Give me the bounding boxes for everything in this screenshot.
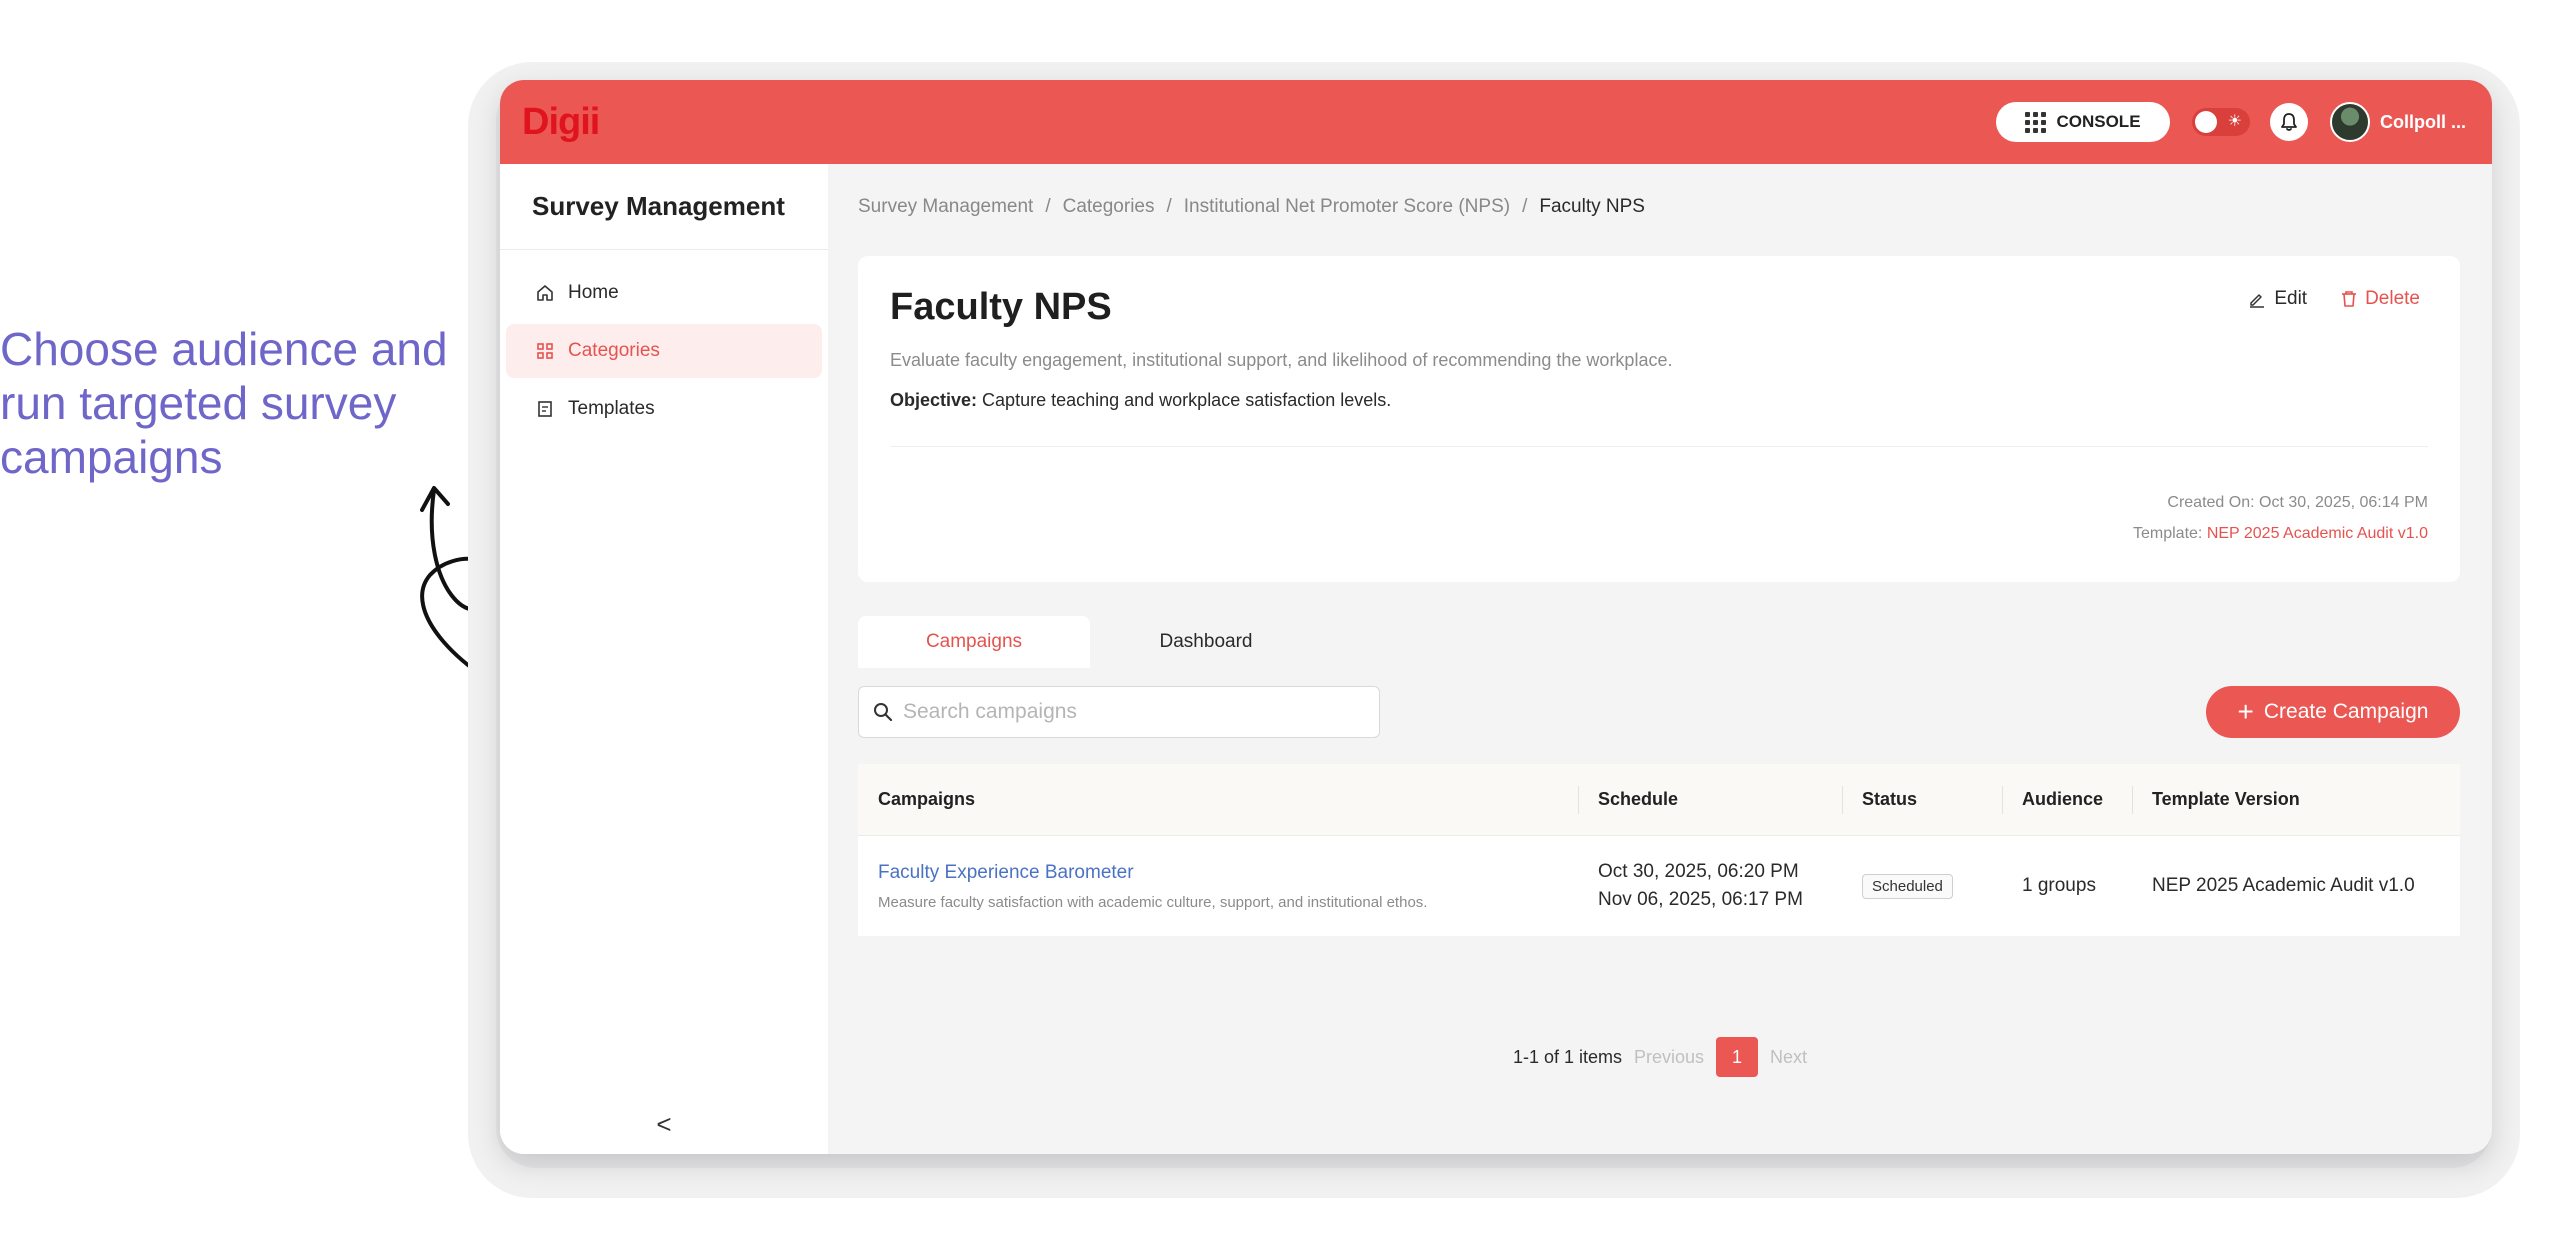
sidebar-item-templates[interactable]: Templates	[506, 382, 822, 436]
toggle-knob	[2195, 111, 2217, 133]
table-row[interactable]: Faculty Experience Barometer Measure fac…	[858, 836, 2460, 936]
schedule-cell: Oct 30, 2025, 06:20 PM Nov 06, 2025, 06:…	[1578, 861, 1842, 911]
sidebar-title: Survey Management	[500, 164, 828, 250]
bell-icon	[2281, 113, 2297, 131]
page-title: Faculty NPS	[890, 286, 1112, 328]
category-description: Evaluate faculty engagement, institution…	[890, 350, 1673, 370]
search-box	[858, 686, 1380, 738]
breadcrumb-separator: /	[1045, 196, 1051, 217]
breadcrumb-separator: /	[1522, 196, 1528, 217]
console-label: CONSOLE	[2056, 112, 2141, 131]
objective-label: Objective:	[890, 390, 978, 410]
breadcrumb-nps[interactable]: Institutional Net Promoter Score (NPS)	[1184, 196, 1510, 218]
template-link[interactable]: NEP 2025 Academic Audit v1.0	[2207, 525, 2428, 542]
tabs: Campaigns Dashboard	[858, 616, 1322, 668]
notification-button[interactable]	[2270, 103, 2308, 141]
card-actions: Edit Delete	[2248, 288, 2420, 310]
sidebar-item-label: Categories	[568, 340, 660, 361]
campaigns-table: Campaigns Schedule Status Audience Templ…	[858, 764, 2460, 936]
annotation-caption: Choose audience and run targeted survey …	[0, 323, 448, 483]
delete-label: Delete	[2365, 288, 2420, 309]
status-badge: Scheduled	[1862, 873, 1953, 899]
created-label: Created On:	[2167, 494, 2255, 511]
column-header-template-version[interactable]: Template Version	[2132, 764, 2460, 835]
pencil-icon	[2250, 294, 2265, 308]
campaign-description: Measure faculty satisfaction with academ…	[878, 893, 1428, 911]
campaign-cell: Faculty Experience Barometer Measure fac…	[858, 862, 1578, 911]
console-button[interactable]: CONSOLE	[1996, 102, 2170, 142]
tab-dashboard[interactable]: Dashboard	[1090, 616, 1322, 668]
breadcrumb-separator: /	[1166, 196, 1172, 217]
avatar[interactable]	[2330, 102, 2370, 142]
plus-icon: +	[2237, 696, 2254, 727]
schedule-end: Nov 06, 2025, 06:17 PM	[1598, 889, 1803, 910]
sidebar-item-categories[interactable]: Categories	[506, 324, 822, 378]
template-version-cell: NEP 2025 Academic Audit v1.0	[2152, 875, 2415, 896]
collapse-sidebar-button[interactable]: <	[500, 1109, 828, 1140]
apps-grid-icon	[2025, 111, 2047, 133]
edit-button[interactable]: Edit	[2248, 288, 2307, 310]
home-icon	[537, 285, 553, 301]
delete-button[interactable]: Delete	[2341, 288, 2420, 310]
column-header-status[interactable]: Status	[1842, 764, 2002, 835]
column-header-schedule[interactable]: Schedule	[1578, 764, 1842, 835]
audience-cell: 1 groups	[2022, 875, 2096, 896]
breadcrumb: Survey Management / Categories / Institu…	[858, 196, 1645, 218]
template-icon	[538, 401, 552, 417]
pagination-info: 1-1 of 1 items	[1512, 1046, 1622, 1067]
category-details-card: Faculty NPS Evaluate faculty engagement,…	[858, 256, 2460, 582]
create-campaign-button[interactable]: + Create Campaign	[2206, 686, 2460, 738]
created-value: Oct 30, 2025, 06:14 PM	[2259, 494, 2428, 511]
next-page-button[interactable]: Next	[1770, 1047, 1807, 1068]
template-info: Template: NEP 2025 Academic Audit v1.0	[2133, 525, 2428, 543]
search-icon	[874, 703, 893, 722]
breadcrumb-categories[interactable]: Categories	[1063, 196, 1155, 218]
sidebar: Survey Management Home Categories Templa	[500, 164, 828, 1154]
status-cell: Scheduled	[1842, 873, 2002, 899]
search-input[interactable]	[903, 700, 1363, 724]
table-header: Campaigns Schedule Status Audience Templ…	[858, 764, 2460, 836]
template-label: Template:	[2132, 525, 2203, 542]
page-button-1[interactable]: 1	[1716, 1037, 1759, 1077]
created-on: Created On: Oct 30, 2025, 06:14 PM	[2167, 494, 2428, 512]
trash-icon	[2342, 291, 2357, 307]
category-objective: Objective: Capture teaching and workplac…	[890, 390, 1391, 411]
breadcrumb-current: Faculty NPS	[1539, 196, 1645, 217]
card-divider	[890, 446, 2428, 447]
digii-logo[interactable]: Digii	[522, 101, 600, 144]
previous-page-button[interactable]: Previous	[1634, 1047, 1704, 1068]
theme-toggle[interactable]: ☀	[2192, 108, 2250, 136]
column-header-audience[interactable]: Audience	[2002, 764, 2132, 835]
grid-icon	[537, 343, 553, 359]
schedule-start: Oct 30, 2025, 06:20 PM	[1598, 861, 1799, 882]
top-bar-actions: CONSOLE ☀ Collpoll ...	[1996, 102, 2466, 142]
breadcrumb-survey-management[interactable]: Survey Management	[858, 196, 1033, 218]
sun-icon: ☀	[2227, 113, 2242, 130]
edit-label: Edit	[2274, 288, 2308, 309]
pagination: 1-1 of 1 items Previous 1 Next	[828, 1037, 2492, 1077]
sidebar-item-label: Home	[568, 282, 619, 303]
main-content: Survey Management / Categories / Institu…	[828, 164, 2492, 1154]
campaign-name-link[interactable]: Faculty Experience Barometer	[878, 862, 1578, 884]
sidebar-item-home[interactable]: Home	[506, 266, 822, 320]
sidebar-item-label: Templates	[568, 398, 655, 419]
top-bar: Digii CONSOLE ☀ Collpoll ...	[500, 80, 2492, 164]
objective-text: Capture teaching and workplace satisfact…	[982, 390, 1392, 410]
create-campaign-label: Create Campaign	[2263, 700, 2429, 723]
user-name[interactable]: Collpoll ...	[2380, 112, 2466, 133]
tab-campaigns[interactable]: Campaigns	[858, 616, 1090, 668]
column-header-campaigns[interactable]: Campaigns	[858, 764, 1578, 835]
app-screen: Digii CONSOLE ☀ Collpoll ... Survey Mana…	[500, 80, 2492, 1154]
